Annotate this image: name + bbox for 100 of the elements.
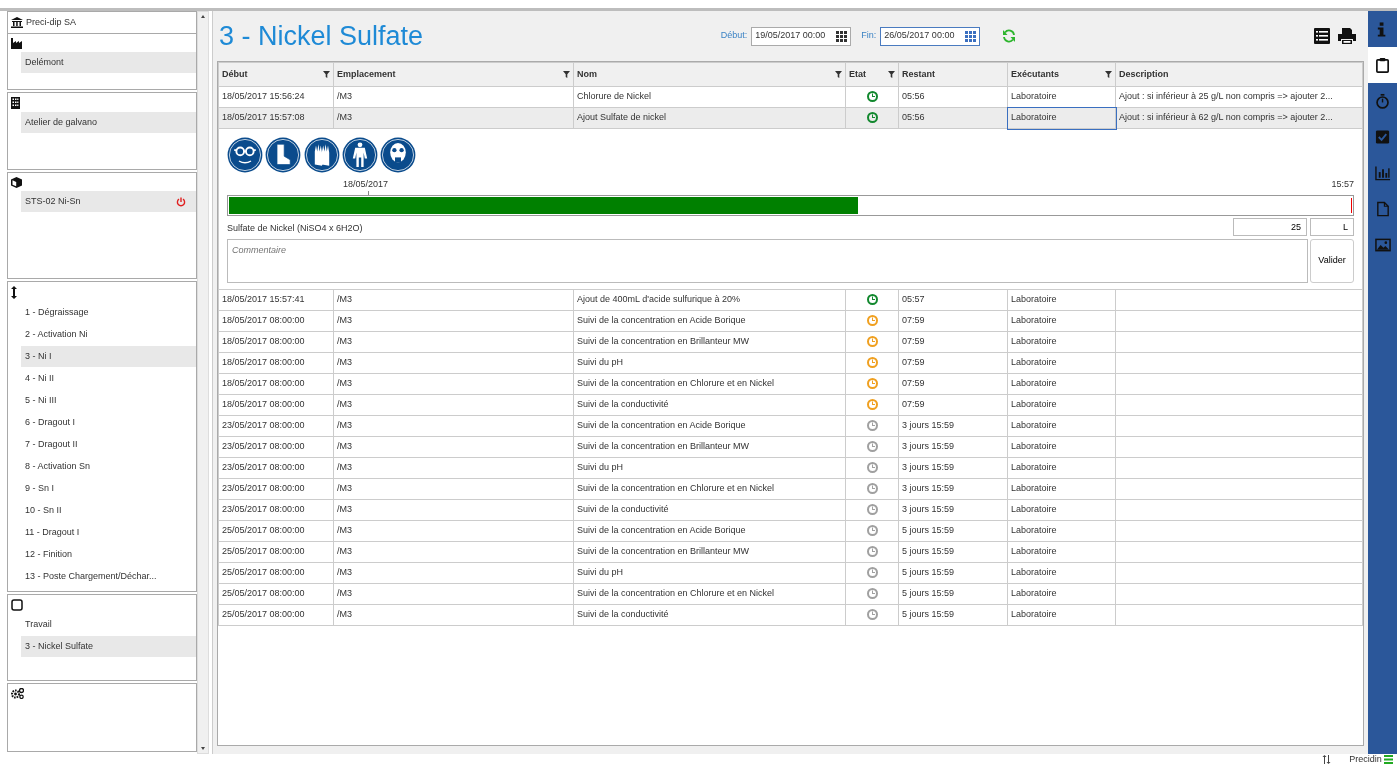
table-row[interactable]: 23/05/2017 08:00:00 /M3 Suivi de la concentration en Acide Borique 3 jours 15:59 Laboratoire <box>218 415 1363 436</box>
table-cell: 18/05/2017 08:00:00 <box>218 352 334 373</box>
table-row[interactable]: 18/05/2017 08:00:00 /M3 Suivi de la concentration en Brillanteur MW 07:59 Laboratoire <box>218 331 1363 352</box>
table-cell: Suivi de la concentration en Chlorure et en Nickel <box>573 583 846 604</box>
table-row[interactable]: 18/05/2017 08:00:00 /M3 Suivi de la conductivité 07:59 Laboratoire <box>218 394 1363 415</box>
sidebar-item[interactable]: 7 - Dragout II <box>21 434 196 455</box>
table-cell: Suivi de la concentration en Brillanteur MW <box>573 436 846 457</box>
table-cell: Laboratoire <box>1007 436 1116 457</box>
table-cell: Laboratoire <box>1007 310 1116 331</box>
table-cell: Suivi de la concentration en Acide Borique <box>573 520 846 541</box>
print-icon[interactable] <box>1338 28 1356 44</box>
table-row[interactable]: 25/05/2017 08:00:00 /M3 Suivi du pH 5 jours 15:59 Laboratoire <box>218 562 1363 583</box>
table-row[interactable]: 23/05/2017 08:00:00 /M3 Suivi du pH 3 jours 15:59 Laboratoire <box>218 457 1363 478</box>
table-cell: Suivi de la concentration en Acide Borique <box>573 415 846 436</box>
sidebar-item[interactable]: 9 - Sn I <box>21 478 196 499</box>
sidebar-item[interactable]: Atelier de galvano <box>21 112 196 133</box>
product-label: Sulfate de Nickel (NiSO4 x 6H2O) <box>227 221 364 235</box>
document-icon <box>1374 200 1391 218</box>
table-cell: 18/05/2017 15:57:41 <box>218 289 334 310</box>
column-header[interactable]: Restant <box>898 62 1008 87</box>
table-row[interactable]: 25/05/2017 08:00:00 /M3 Suivi de la conductivité 5 jours 15:59 Laboratoire <box>218 604 1363 625</box>
sort-arrows-icon[interactable] <box>1321 755 1332 764</box>
table-row[interactable]: 18/05/2017 08:00:00 /M3 Suivi du pH 07:59 Laboratoire <box>218 352 1363 373</box>
sidebar-tab[interactable] <box>1368 47 1397 83</box>
sidebar-item[interactable]: 11 - Dragout I <box>21 522 196 543</box>
table-cell: Suivi du pH <box>573 352 846 373</box>
table-row[interactable]: 18/05/2017 08:00:00 /M3 Suivi de la concentration en Acide Borique 07:59 Laboratoire <box>218 310 1363 331</box>
sidebar-item[interactable]: 13 - Poste Chargement/Déchar... <box>21 566 196 587</box>
table-row[interactable]: 18/05/2017 08:00:00 /M3 Suivi de la concentration en Chlorure et en Nickel 07:59 Laboratoire <box>218 373 1363 394</box>
filter-icon[interactable] <box>563 71 570 78</box>
date-field[interactable]: 26/05/2017 00:00 <box>880 26 981 46</box>
filter-icon[interactable] <box>888 71 895 78</box>
table-cell: 25/05/2017 08:00:00 <box>218 520 334 541</box>
table-row[interactable]: 23/05/2017 08:00:00 /M3 Suivi de la concentration en Chlorure et en Nickel 3 jours 15:59 Laboratoire <box>218 478 1363 499</box>
filter-icon[interactable] <box>835 71 842 78</box>
table-cell: /M3 <box>333 562 574 583</box>
sidebar-item[interactable]: 2 - Activation Ni <box>21 324 196 345</box>
sidebar-item[interactable]: 12 - Finition <box>21 544 196 565</box>
table-cell: /M3 <box>333 499 574 520</box>
table-cell: 25/05/2017 08:00:00 <box>218 604 334 625</box>
sidebar-item[interactable]: Delémont <box>21 52 196 73</box>
table-row[interactable]: 25/05/2017 08:00:00 /M3 Suivi de la concentration en Chlorure et en Nickel 5 jours 15:59 Laboratoire <box>218 583 1363 604</box>
filter-icon[interactable] <box>1105 71 1112 78</box>
table-cell: /M3 <box>333 373 574 394</box>
sidebar-item[interactable]: 3 - Ni I <box>21 346 196 367</box>
table-cell: 07:59 <box>898 394 1008 415</box>
table-cell: Suivi du pH <box>573 562 846 583</box>
table-cell: Laboratoire <box>1007 562 1116 583</box>
sidebar-item[interactable]: 8 - Activation Sn <box>21 456 196 477</box>
table-row[interactable]: 23/05/2017 08:00:00 /M3 Suivi de la concentration en Brillanteur MW 3 jours 15:59 Laboratoire <box>218 436 1363 457</box>
sidebar-item[interactable]: 4 - Ni II <box>21 368 196 389</box>
column-header[interactable]: Etat <box>845 62 899 87</box>
validate-button[interactable]: Valider <box>1310 238 1354 283</box>
table-cell: 5 jours 15:59 <box>898 520 1008 541</box>
sidebar-item[interactable]: 3 - Nickel Sulfate <box>21 636 196 657</box>
table-row[interactable]: 25/05/2017 08:00:00 /M3 Suivi de la concentration en Brillanteur MW 5 jours 15:59 Laboratoire <box>218 541 1363 562</box>
column-header[interactable]: Emplacement <box>333 62 574 87</box>
table-cell: /M3 <box>333 86 574 108</box>
comment-field[interactable]: Commentaire <box>227 238 1308 283</box>
table-cell: /M3 <box>333 541 574 562</box>
table-cell: 23/05/2017 08:00:00 <box>218 436 334 457</box>
date-label: Fin: <box>861 29 877 43</box>
table-row[interactable]: 18/05/2017 15:57:41 /M3 Ajout de 400mL d'acide sulfurique à 20% 05:57 Laboratoire <box>218 289 1363 310</box>
company-name[interactable]: Preci-dip SA <box>26 15 77 30</box>
table-cell: Suivi de la concentration en Brillanteur MW <box>573 331 846 352</box>
table-cell: Suivi de la concentration en Acide Borique <box>573 310 846 331</box>
checkbox-icon <box>1374 128 1391 146</box>
table-row[interactable]: 25/05/2017 08:00:00 /M3 Suivi de la concentration en Acide Borique 5 jours 15:59 Laboratoire <box>218 520 1363 541</box>
sidebar-item[interactable]: 1 - Dégraissage <box>21 302 196 323</box>
table-cell: Laboratoire <box>1007 499 1116 520</box>
list-view-icon[interactable] <box>1314 28 1330 44</box>
table-cell: 25/05/2017 08:00:00 <box>218 583 334 604</box>
sidebar-item[interactable]: 6 - Dragout I <box>21 412 196 433</box>
sidebar-item[interactable]: STS-02 Ni-Sn <box>21 191 196 212</box>
date-field[interactable]: 19/05/2017 00:00 <box>751 26 852 46</box>
power-icon[interactable] <box>176 196 186 207</box>
safety-goggles-icon <box>227 137 263 173</box>
column-header[interactable]: Description <box>1115 62 1363 87</box>
column-header[interactable]: Nom <box>573 62 846 87</box>
calendar-grid-icon[interactable] <box>836 30 848 42</box>
table-cell: /M3 <box>333 457 574 478</box>
filter-icon[interactable] <box>323 71 330 78</box>
sidebar-item[interactable]: 5 - Ni III <box>21 390 196 411</box>
table-cell: Suivi de la concentration en Chlorure et en Nickel <box>573 478 846 499</box>
table-cell: Suivi de la conductivité <box>573 604 846 625</box>
quantity-field[interactable]: 25 <box>1233 218 1307 237</box>
column-header[interactable]: Exécutants <box>1007 62 1116 87</box>
column-header[interactable]: Début <box>218 62 334 87</box>
unit-field[interactable]: L <box>1310 218 1354 237</box>
table-cell: 3 jours 15:59 <box>898 457 1008 478</box>
table-cell: Suivi du pH <box>573 457 846 478</box>
table-cell: 5 jours 15:59 <box>898 562 1008 583</box>
table-cell: Laboratoire <box>1007 289 1116 310</box>
table-row[interactable]: 18/05/2017 15:56:24 /M3 Chlorure de Nickel 05:56 Laboratoire Ajout : si inférieur à 25 g/L non compris => ajouter 2... <box>218 86 1363 108</box>
table-cell: 07:59 <box>898 331 1008 352</box>
table-row[interactable]: 23/05/2017 08:00:00 /M3 Suivi de la conductivité 3 jours 15:59 Laboratoire <box>218 499 1363 520</box>
table-cell: Ajout Sulfate de nickel <box>573 107 846 129</box>
table-row[interactable]: 18/05/2017 15:57:08 /M3 Ajout Sulfate de nickel 05:56 Laboratoire Ajout : si inférieur à 62 g/L non compris => ajouter 2... <box>218 107 1363 129</box>
sidebar-item[interactable]: 10 - Sn II <box>21 500 196 521</box>
sidebar-item[interactable]: Travail <box>21 614 196 635</box>
